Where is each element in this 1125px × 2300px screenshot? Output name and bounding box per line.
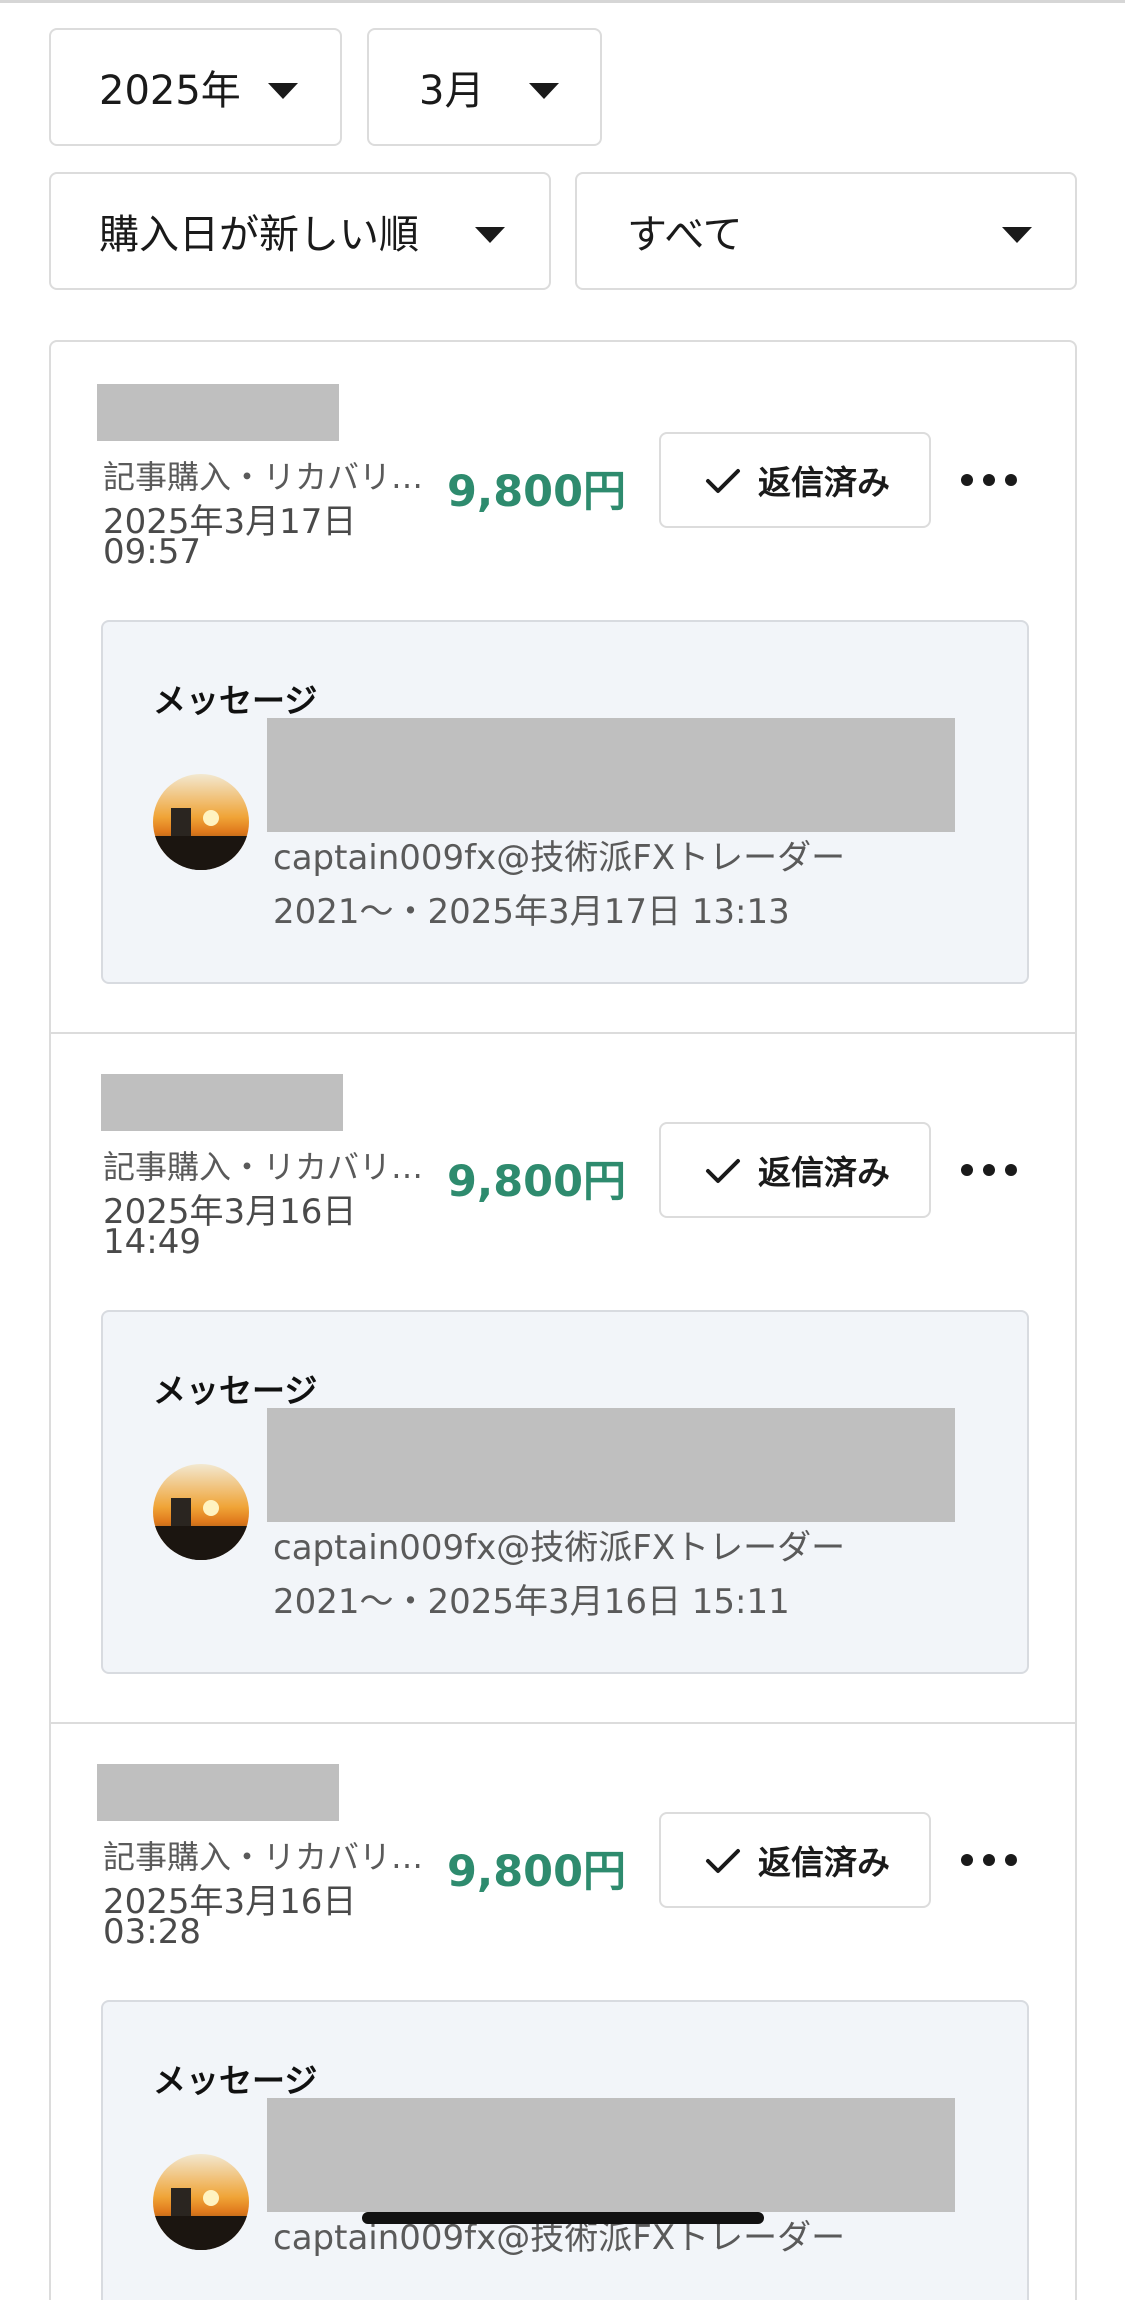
- redacted-title: [97, 384, 339, 441]
- message-author: captain009fx@技術派FXトレーダー: [273, 1528, 846, 1568]
- more-horizontal-icon[interactable]: [961, 454, 1017, 506]
- message-author: captain009fx@技術派FXトレーダー: [273, 838, 846, 878]
- list-item: 記事購入・リカバリ… 2025年3月16日 14:49 9,800円 返信済み …: [51, 1032, 1075, 1722]
- message-card[interactable]: メッセージ captain009fx@技術派FXトレーダー 2021〜・2025…: [101, 620, 1029, 984]
- item-price: 9,800円: [447, 1847, 627, 1897]
- avatar: [153, 1464, 249, 1560]
- replied-label: 返信済み: [758, 463, 890, 502]
- replied-label: 返信済み: [758, 1843, 890, 1882]
- category-select-label: すべて: [627, 212, 743, 258]
- message-card[interactable]: メッセージ captain009fx@技術派FXトレーダー 2021〜・2025…: [101, 1310, 1029, 1674]
- item-summary: 記事購入・リカバリ…: [103, 1838, 424, 1876]
- chevron-down-icon: [268, 83, 298, 99]
- sort-select[interactable]: 購入日が新しい順: [49, 172, 551, 290]
- avatar: [153, 2154, 249, 2250]
- category-select[interactable]: すべて: [575, 172, 1077, 290]
- check-icon: [706, 1849, 740, 1873]
- month-select[interactable]: 3月: [367, 28, 602, 146]
- item-summary: 記事購入・リカバリ…: [103, 458, 424, 496]
- item-time: 09:57: [103, 532, 201, 572]
- month-select-label: 3月: [419, 68, 485, 114]
- home-indicator[interactable]: [362, 2212, 764, 2224]
- check-icon: [706, 469, 740, 493]
- message-title: メッセージ: [153, 2061, 318, 2100]
- redacted-message: [267, 2098, 955, 2212]
- redacted-title: [97, 1764, 339, 1821]
- replied-button[interactable]: 返信済み: [659, 1812, 931, 1908]
- redacted-message: [267, 718, 955, 832]
- more-horizontal-icon[interactable]: [961, 1144, 1017, 1196]
- replied-label: 返信済み: [758, 1153, 890, 1192]
- chevron-down-icon: [529, 83, 559, 99]
- check-icon: [706, 1159, 740, 1183]
- replied-button[interactable]: 返信済み: [659, 432, 931, 528]
- message-meta: 2021〜・2025年3月17日 13:13: [273, 892, 790, 932]
- more-horizontal-icon[interactable]: [961, 1834, 1017, 1886]
- redacted-title: [101, 1074, 343, 1131]
- purchase-list: 記事購入・リカバリ… 2025年3月17日 09:57 9,800円 返信済み …: [49, 340, 1077, 2300]
- message-card[interactable]: メッセージ captain009fx@技術派FXトレーダー: [101, 2000, 1029, 2300]
- sort-select-label: 購入日が新しい順: [99, 212, 419, 258]
- item-summary: 記事購入・リカバリ…: [103, 1148, 424, 1186]
- replied-button[interactable]: 返信済み: [659, 1122, 931, 1218]
- message-meta: 2021〜・2025年3月16日 15:11: [273, 1582, 790, 1622]
- item-time: 14:49: [103, 1222, 201, 1262]
- chevron-down-icon: [1002, 227, 1032, 243]
- message-title: メッセージ: [153, 681, 318, 720]
- top-divider: [0, 0, 1125, 3]
- message-title: メッセージ: [153, 1371, 318, 1410]
- item-price: 9,800円: [447, 1157, 627, 1207]
- avatar: [153, 774, 249, 870]
- redacted-message: [267, 1408, 955, 1522]
- item-time: 03:28: [103, 1912, 201, 1952]
- year-select-label: 2025年: [99, 68, 241, 114]
- year-select[interactable]: 2025年: [49, 28, 342, 146]
- chevron-down-icon: [475, 227, 505, 243]
- item-price: 9,800円: [447, 467, 627, 517]
- list-item: 記事購入・リカバリ… 2025年3月17日 09:57 9,800円 返信済み …: [51, 342, 1075, 1032]
